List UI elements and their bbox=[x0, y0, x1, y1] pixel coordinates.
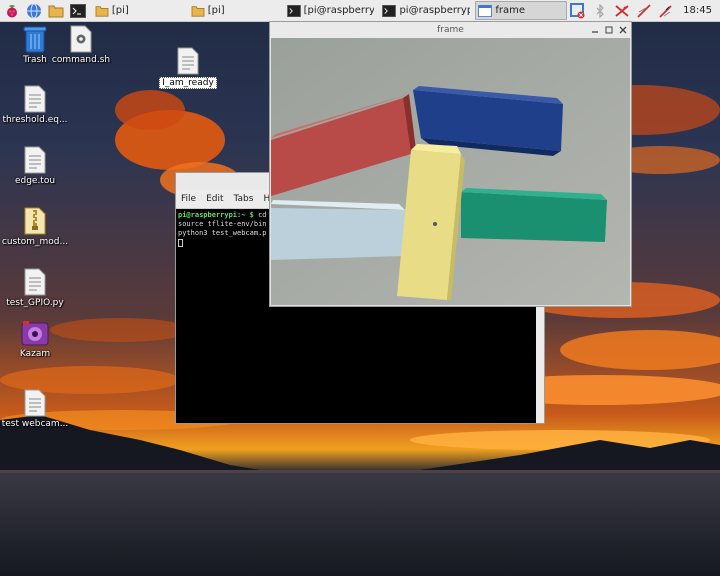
webcam-feed-image bbox=[271, 38, 630, 305]
archive-icon bbox=[24, 207, 46, 235]
task-label: pi@raspberrypi: ~ bbox=[399, 5, 470, 16]
task-button-file-manager-2[interactable]: [pi] bbox=[188, 1, 280, 20]
raspberry-menu-icon[interactable] bbox=[2, 1, 22, 20]
volume-muted-icon[interactable] bbox=[633, 1, 655, 20]
desktop-icon-label: Trash bbox=[23, 55, 47, 65]
task-button-terminal-1[interactable]: [pi@raspberrypi: ~ bbox=[284, 1, 376, 20]
folder-icon bbox=[191, 5, 205, 17]
desktop-icon-label: test webcam... bbox=[1, 419, 69, 429]
text-file-icon bbox=[24, 146, 46, 174]
task-label: [pi@raspberrypi: ~ bbox=[303, 5, 375, 16]
task-label: [pi] bbox=[207, 5, 225, 16]
network-disconnected-icon[interactable] bbox=[611, 1, 633, 20]
terminal-icon bbox=[382, 4, 397, 17]
task-label: frame bbox=[495, 5, 525, 16]
desktop-icon-test-webcam[interactable]: test webcam... bbox=[0, 389, 70, 429]
text-file-icon bbox=[24, 268, 46, 296]
desktop-icon-i-am-ready[interactable]: I_am_ready bbox=[153, 47, 223, 89]
script-icon bbox=[70, 25, 92, 53]
clock[interactable]: 18:45 bbox=[677, 5, 720, 16]
desktop-icon-label: command.sh bbox=[51, 55, 111, 65]
browser-icon[interactable] bbox=[24, 1, 44, 20]
menu-tabs[interactable]: Tabs bbox=[229, 194, 259, 204]
taskbar: [pi] [pi] [pi@raspberrypi: ~ pi@raspberr… bbox=[0, 0, 720, 22]
terminal-launcher-icon[interactable] bbox=[68, 1, 88, 20]
window-icon bbox=[478, 4, 493, 17]
text-file-icon bbox=[177, 47, 199, 75]
close-icon[interactable] bbox=[617, 24, 628, 36]
vnc-icon[interactable] bbox=[567, 1, 589, 20]
desktop-icon-custom-model[interactable]: custom_mod... bbox=[0, 207, 70, 247]
desktop-icon-label: threshold.eq... bbox=[2, 115, 68, 125]
bluetooth-icon[interactable] bbox=[589, 1, 611, 20]
terminal-prompt: pi@raspberrypi:~ $ bbox=[178, 211, 254, 219]
task-button-frame[interactable]: frame bbox=[475, 1, 568, 20]
frame-title: frame bbox=[437, 25, 464, 35]
desktop-icon-test-gpio[interactable]: test_GPIO.py bbox=[0, 268, 70, 308]
frame-titlebar[interactable]: frame bbox=[270, 22, 631, 38]
text-file-icon bbox=[24, 389, 46, 417]
text-file-icon bbox=[24, 85, 46, 113]
menu-edit[interactable]: Edit bbox=[201, 194, 228, 204]
task-button-file-manager-1[interactable]: [pi] bbox=[92, 1, 184, 20]
file-manager-icon[interactable] bbox=[46, 1, 66, 20]
desktop-icon-label: edge.tou bbox=[14, 176, 56, 186]
task-button-terminal-2[interactable]: pi@raspberrypi: ~ bbox=[379, 1, 471, 20]
terminal-cursor bbox=[178, 239, 183, 247]
desktop-icon-command-sh[interactable]: command.sh bbox=[46, 25, 116, 65]
system-tray: 18:45 bbox=[567, 0, 720, 21]
maximize-icon[interactable] bbox=[603, 24, 614, 36]
trash-icon bbox=[23, 26, 47, 53]
cpu-monitor-icon[interactable] bbox=[655, 1, 677, 20]
desktop-icon-threshold[interactable]: threshold.eq... bbox=[0, 85, 70, 125]
desktop-icon-label: custom_mod... bbox=[1, 237, 69, 247]
task-label: [pi] bbox=[111, 5, 129, 16]
terminal-line: source tflite-env/bin bbox=[178, 220, 267, 228]
kazam-icon bbox=[21, 321, 49, 346]
frame-window[interactable]: frame bbox=[269, 21, 632, 307]
menu-file[interactable]: File bbox=[176, 194, 201, 204]
desktop-icon-kazam[interactable]: Kazam bbox=[0, 321, 70, 359]
terminal-icon bbox=[286, 4, 301, 17]
minimize-icon[interactable] bbox=[589, 24, 600, 36]
desktop-icon-label: test_GPIO.py bbox=[6, 298, 64, 308]
folder-icon bbox=[95, 5, 109, 17]
desktop-icon-label: Kazam bbox=[19, 349, 51, 359]
terminal-line: python3 test_webcam.p bbox=[178, 229, 267, 237]
desktop-icon-label: I_am_ready bbox=[159, 77, 217, 89]
terminal-command: cd bbox=[253, 211, 267, 219]
desktop-icon-edge[interactable]: edge.tou bbox=[0, 146, 70, 186]
